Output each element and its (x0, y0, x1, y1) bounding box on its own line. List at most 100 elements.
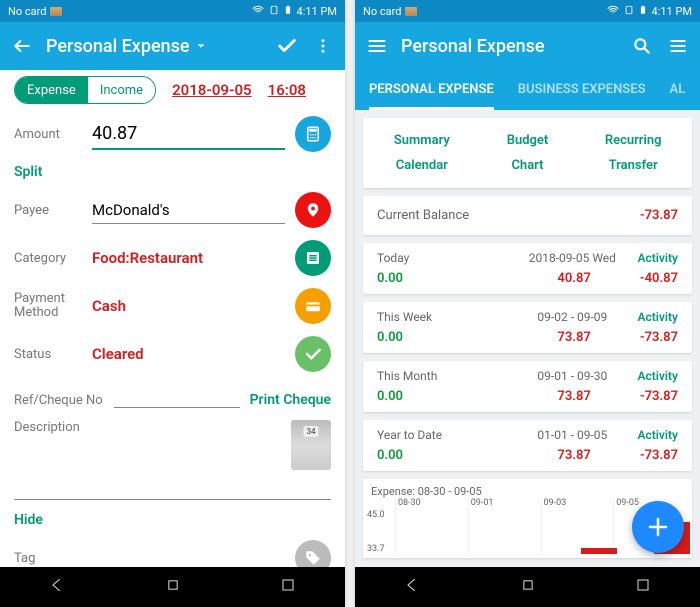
nav-bar (355, 567, 700, 607)
sim-icon (405, 7, 417, 16)
nav-home-icon[interactable] (163, 575, 183, 599)
chart-bar (581, 548, 617, 554)
type-segment[interactable]: Expense Income (14, 76, 156, 104)
wifi-icon (251, 4, 265, 19)
tab-bar: PERSONAL EXPENSE BUSINESS EXPENSES AL (355, 70, 700, 110)
payment-label: Payment Method (14, 292, 82, 321)
balance-label: Current Balance (377, 208, 640, 223)
status-icon[interactable] (295, 336, 331, 372)
add-fab[interactable] (632, 501, 684, 553)
period-name: Year to Date (377, 428, 507, 442)
payment-value[interactable]: Cash (92, 293, 285, 319)
title-dropdown[interactable]: Personal Expense (46, 36, 263, 57)
status-time: 4:11 PM (652, 5, 692, 18)
period-week[interactable]: This Week09-02 - 09-09Activity 0.0073.87… (363, 302, 692, 353)
menu-icon[interactable] (365, 34, 389, 58)
status-text: No card (363, 5, 401, 18)
category-label: Category (14, 251, 82, 266)
period-net: -73.87 (640, 389, 678, 404)
balance-row[interactable]: Current Balance -73.87 (363, 196, 692, 235)
sum-summary[interactable]: Summary (369, 128, 475, 153)
status-time: 4:11 PM (297, 5, 337, 18)
sum-chart[interactable]: Chart (475, 153, 581, 178)
activity-link[interactable]: Activity (637, 369, 678, 383)
entry-content: Expense Income 2018-09-05 16:08 Amount 4… (0, 70, 345, 567)
sd-icon (269, 4, 279, 19)
nav-home-icon[interactable] (518, 575, 538, 599)
activity-link[interactable]: Activity (637, 310, 678, 324)
tab-all[interactable]: AL (670, 82, 686, 110)
calculator-icon[interactable] (295, 116, 331, 152)
chevron-down-icon (196, 41, 206, 51)
period-in: 0.00 (377, 389, 508, 404)
date-field[interactable]: 2018-09-05 (172, 81, 252, 99)
sum-calendar[interactable]: Calendar (369, 153, 475, 178)
period-out: 73.87 (508, 330, 639, 345)
sum-transfer[interactable]: Transfer (580, 153, 686, 178)
overview-content: Summary Budget Recurring Calendar Chart … (355, 110, 700, 567)
period-year[interactable]: Year to Date01-01 - 09-05Activity 0.0073… (363, 420, 692, 471)
amount-input[interactable]: 40.87 (92, 119, 285, 150)
balance-value: -73.87 (640, 208, 678, 223)
period-out: 73.87 (508, 389, 639, 404)
split-link[interactable]: Split (14, 164, 42, 180)
list-icon[interactable] (666, 34, 690, 58)
status-label: Status (14, 347, 82, 362)
payee-input[interactable]: McDonald's (92, 197, 285, 224)
tab-personal[interactable]: PERSONAL EXPENSE (369, 82, 494, 110)
period-range: 2018-09-05 Wed (507, 251, 637, 265)
description-input[interactable] (14, 476, 331, 500)
status-text: No card (8, 5, 46, 18)
period-name: This Week (377, 310, 507, 324)
hide-link[interactable]: Hide (14, 512, 43, 528)
tag-label: Tag (14, 551, 82, 566)
period-name: This Month (377, 369, 507, 383)
sum-recurring[interactable]: Recurring (580, 128, 686, 153)
activity-link[interactable]: Activity (637, 428, 678, 442)
period-in: 0.00 (377, 330, 508, 345)
segment-income[interactable]: Income (88, 77, 155, 103)
period-net: -73.87 (640, 448, 678, 463)
y-min: 33.7 (367, 544, 385, 554)
period-range: 09-01 - 09-30 (507, 369, 637, 383)
plus-icon (646, 515, 670, 539)
status-value[interactable]: Cleared (92, 341, 285, 367)
nav-recent-icon[interactable] (278, 575, 298, 599)
screen-entry: No card 4:11 PM Personal Expense Expense… (0, 0, 345, 607)
nav-back-icon[interactable] (403, 575, 423, 599)
period-month[interactable]: This Month09-01 - 09-30Activity 0.0073.8… (363, 361, 692, 412)
period-in: 0.00 (377, 448, 508, 463)
x-label: 09-01 (471, 498, 494, 508)
category-icon[interactable] (295, 240, 331, 276)
period-range: 01-01 - 09-05 (507, 428, 637, 442)
y-max: 45.0 (367, 510, 385, 520)
segment-expense[interactable]: Expense (15, 77, 88, 103)
ref-label: Ref/Cheque No (14, 393, 104, 408)
receipt-thumbnail[interactable] (291, 420, 331, 470)
overflow-icon[interactable] (311, 34, 335, 58)
battery-icon (283, 4, 293, 19)
back-icon[interactable] (10, 34, 34, 58)
nav-recent-icon[interactable] (633, 575, 653, 599)
category-value[interactable]: Food:Restaurant (92, 245, 285, 271)
print-cheque-link[interactable]: Print Cheque (250, 392, 331, 408)
period-today[interactable]: Today2018-09-05 WedActivity 0.0040.87-40… (363, 243, 692, 294)
nav-back-icon[interactable] (48, 575, 68, 599)
payment-icon[interactable] (295, 288, 331, 324)
screen-overview: No card 4:11 PM Personal Expense PERSONA… (355, 0, 700, 607)
status-bar: No card 4:11 PM (355, 0, 700, 22)
activity-link[interactable]: Activity (637, 251, 678, 265)
tag-icon[interactable] (295, 540, 331, 567)
period-in: 0.00 (377, 271, 508, 286)
nav-bar (0, 567, 345, 607)
x-label: 09-03 (544, 498, 567, 508)
payee-icon[interactable] (295, 192, 331, 228)
ref-input[interactable] (114, 384, 240, 408)
tab-business[interactable]: BUSINESS EXPENSES (518, 82, 646, 110)
amount-label: Amount (14, 127, 82, 142)
search-icon[interactable] (630, 34, 654, 58)
time-field[interactable]: 16:08 (268, 81, 306, 99)
sum-budget[interactable]: Budget (475, 128, 581, 153)
period-out: 40.87 (508, 271, 639, 286)
check-icon[interactable] (275, 34, 299, 58)
